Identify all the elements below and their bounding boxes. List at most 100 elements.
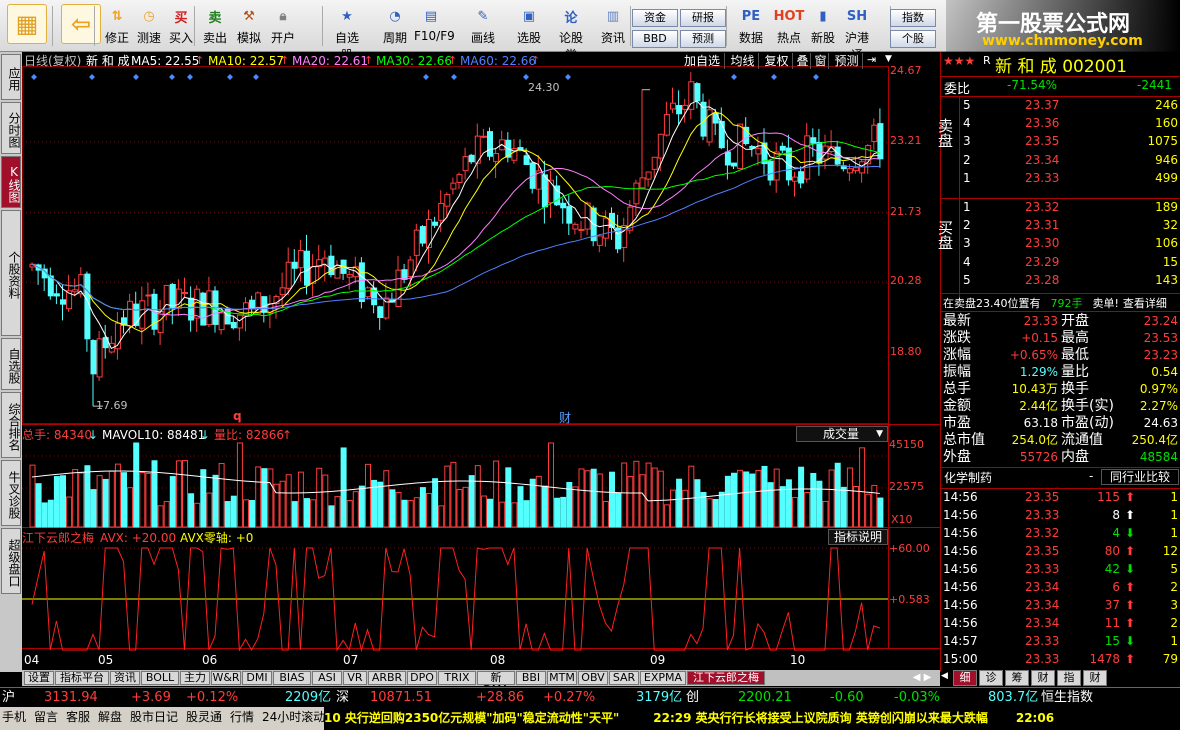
toolbar-pe-button[interactable]: PE 数据 [734, 4, 768, 50]
kline-chart[interactable] [22, 52, 940, 670]
chart-area[interactable] [22, 52, 940, 670]
quote-tab-1[interactable]: 诊 [979, 670, 1003, 686]
sell-price[interactable]: 23.34 [1025, 153, 1059, 167]
toolbar-star-button[interactable]: ★自选股 [330, 4, 364, 63]
status-tab-6[interactable]: 行情 [230, 709, 258, 727]
triangle-left-icon[interactable]: ◀ [913, 672, 921, 683]
quote-tab-5[interactable]: 财 [1083, 670, 1107, 686]
triangle-left-icon[interactable]: ◀ [941, 671, 948, 681]
toolbar-buy-button[interactable]: 买买入 [164, 4, 198, 50]
chart-button-1[interactable]: 均线 [727, 53, 759, 69]
indicator-tab-3[interactable]: BOLL [141, 671, 179, 685]
status-tab-7[interactable]: 24小时滚动 [262, 709, 330, 727]
indicator-tab-7[interactable]: BIAS [273, 671, 311, 685]
notice-detail-link[interactable]: 查看详细 [1123, 297, 1167, 310]
indicator-tab-17[interactable]: SAR [609, 671, 639, 685]
status-tab-5[interactable]: 股灵通 [186, 709, 226, 727]
quote-tab-3[interactable]: 财 [1031, 670, 1055, 686]
toolbar-newstock-button[interactable]: ▮ 新股 [806, 4, 840, 50]
quote-tab-4[interactable]: 指 [1057, 670, 1081, 686]
buy-price[interactable]: 23.32 [1025, 200, 1059, 214]
toolbar-forum-button[interactable]: 论论股堂 [554, 4, 588, 63]
quick-button-2[interactable]: 研报 [680, 9, 726, 27]
indicator-tab-2[interactable]: 资讯 [110, 671, 140, 685]
status-tab-4[interactable]: 股市日记 [130, 709, 182, 727]
status-tab-1[interactable]: 留言 [34, 709, 62, 727]
indicator-tab-4[interactable]: 主力 [180, 671, 210, 685]
indicator-tab-19[interactable]: 江下云郎之梅 [687, 671, 765, 685]
big-order-notice[interactable]: 在卖盘23.40位置有 792手 卖单! 查看详细 [943, 295, 1167, 311]
buy-price[interactable]: 23.30 [1025, 236, 1059, 250]
toolbar-up-down-button[interactable]: ⇅ 修正 [100, 4, 134, 50]
toolbar-hk-button[interactable]: SH沪港通 [840, 4, 874, 63]
quote-tab-0[interactable]: 细 [953, 670, 977, 686]
hsi-label[interactable]: 恒生指数 [1041, 688, 1093, 707]
cy-index[interactable]: 2200.21 [738, 688, 792, 707]
toolbar-clock-button[interactable]: ◷ 测速 [132, 4, 166, 50]
chart-button-2[interactable]: 复权 [761, 53, 793, 69]
quick-button-1[interactable]: BBD [632, 30, 678, 48]
sell-price[interactable]: 23.37 [1025, 98, 1059, 112]
chart-button-5[interactable]: 预测 [831, 53, 863, 69]
indicator-tab-16[interactable]: OBV [578, 671, 608, 685]
buy-price[interactable]: 23.31 [1025, 218, 1059, 232]
left-tab-3[interactable]: 个股资料 [1, 210, 21, 336]
news-ticker[interactable]: 10 央行逆回购2350亿元规模"加码"稳定流动性"天平" 22:29 英央行行长… [324, 707, 1180, 730]
left-tab-2[interactable]: K线图 [1, 156, 21, 208]
left-tab-7[interactable]: 超级盘口 [1, 528, 21, 594]
triangle-right-icon[interactable]: ▶ [924, 672, 932, 683]
indicator-tab-1[interactable]: 指标平台 [55, 671, 109, 685]
sz-index[interactable]: 10871.51 [370, 688, 432, 707]
toolbar-cycle-button[interactable]: ◔ 周期 [378, 4, 412, 50]
chart-button-4[interactable]: 窗 [813, 53, 829, 69]
status-tab-2[interactable]: 客服 [66, 709, 94, 727]
quote-tab-2[interactable]: 筹 [1005, 670, 1029, 686]
left-tab-5[interactable]: 综合排名 [1, 392, 21, 458]
left-tab-0[interactable]: 应用 [1, 54, 21, 100]
quick-button-4[interactable]: 指数 [890, 9, 936, 27]
chart-button-3[interactable]: 叠 [795, 53, 811, 69]
indicator-tab-9[interactable]: VR [343, 671, 367, 685]
industry-label[interactable]: 化学制药 [944, 469, 992, 486]
status-tab-0[interactable]: 手机 [2, 709, 30, 727]
toolbar-windows-button[interactable]: ▦ [4, 4, 50, 50]
indicator-tab-5[interactable]: W&R [211, 671, 241, 685]
buy-price[interactable]: 23.28 [1025, 273, 1059, 287]
industry-compare-button[interactable]: 同行业比较 [1101, 469, 1179, 485]
indicator-tab-18[interactable]: EXPMA [640, 671, 686, 685]
toolbar-pen-button[interactable]: ✎ 画线 [466, 4, 500, 50]
indicator-tab-15[interactable]: MTM [547, 671, 577, 685]
toolbar-hammer-button[interactable]: ⚒ 模拟 [232, 4, 266, 50]
indicator-tab-11[interactable]: DPO [407, 671, 437, 685]
sell-price[interactable]: 23.36 [1025, 116, 1059, 130]
sell-price[interactable]: 23.33 [1025, 171, 1059, 185]
indicator-tab-13[interactable]: 新DMA [477, 671, 515, 696]
status-tab-3[interactable]: 解盘 [98, 709, 126, 727]
sell-price[interactable]: 23.35 [1025, 134, 1059, 148]
indicator-tab-14[interactable]: BBI [516, 671, 546, 685]
chart-button-0[interactable]: 加自选 [680, 53, 725, 69]
toolbar-select-button[interactable]: ▣ 选股 [512, 4, 546, 50]
quick-button-5[interactable]: 个股 [890, 30, 936, 48]
toolbar-f10-button[interactable]: ▤ F10/F9 [414, 4, 455, 50]
news-item[interactable]: 10 央行逆回购2350亿元规模"加码"稳定流动性"天平" [324, 711, 619, 725]
tab-scroll-arrows[interactable]: ◀ ▶ [906, 671, 938, 685]
indicator-explain-button[interactable]: 指标说明 [828, 529, 888, 545]
finance-marker[interactable]: 财 [559, 409, 571, 426]
quick-button-0[interactable]: 资金 [632, 9, 678, 27]
left-tab-6[interactable]: 牛叉诊股 [1, 460, 21, 526]
toolbar-lock-button[interactable]: 🔒︎ 开户 [266, 4, 300, 50]
indicator-tab-0[interactable]: 设置 [24, 671, 54, 685]
toolbar-back-arrow-button[interactable]: ⇦ [58, 4, 104, 50]
buy-price[interactable]: 23.29 [1025, 255, 1059, 269]
indicator-tab-6[interactable]: DMI [242, 671, 272, 685]
collapse-icon[interactable]: ⇥ [867, 53, 876, 66]
left-tab-1[interactable]: 分时图 [1, 102, 21, 154]
news-item[interactable]: 22:29 英央行行长将接受上议院质询 英镑创闪崩以来最大跌幅 [653, 711, 988, 725]
toolbar-news-button[interactable]: ▥ 资讯 [596, 4, 630, 50]
toolbar-sell-button[interactable]: 卖卖出 [198, 4, 232, 50]
indicator-tab-8[interactable]: ASI [312, 671, 342, 685]
sh-index[interactable]: 3131.94 [44, 688, 98, 707]
quick-button-3[interactable]: 预测 [680, 30, 726, 48]
volume-dropdown[interactable]: 成交量 ▼ [796, 426, 888, 442]
